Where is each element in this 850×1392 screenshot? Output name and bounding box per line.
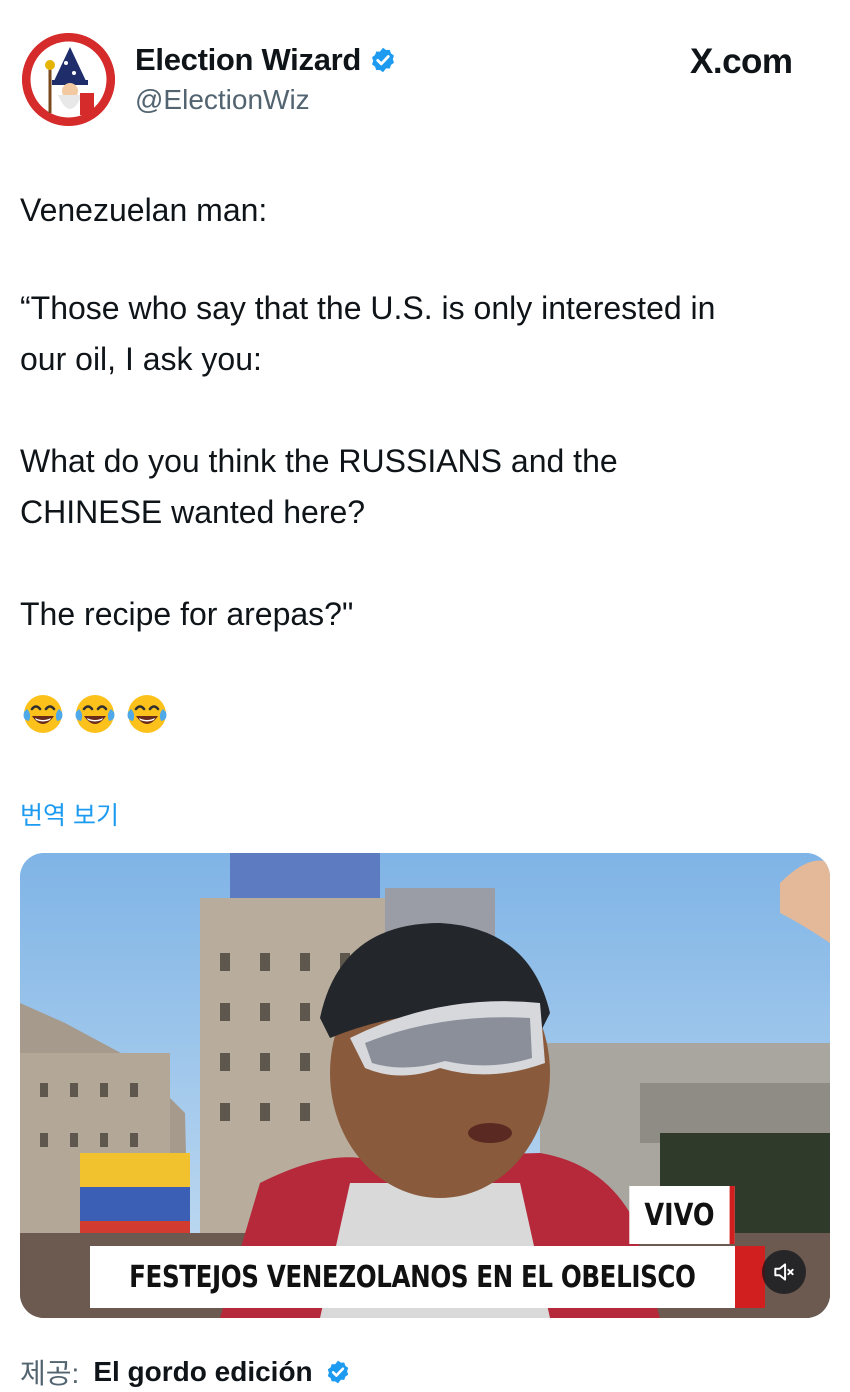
verified-badge-icon (327, 1360, 348, 1384)
tweet-text-line: CHINESE wanted here? (20, 494, 366, 530)
tweet-text-line: our oil, I ask you: (20, 341, 262, 377)
live-badge: VIVO (629, 1186, 735, 1244)
media-credit: 제공: El gordo edición (20, 1352, 351, 1392)
broadcast-headline: FESTEJOS VENEZOLANOS EN EL OBELISCO (90, 1246, 735, 1308)
author-handle[interactable]: @ElectionWiz (135, 84, 310, 116)
mute-button[interactable] (762, 1250, 806, 1294)
tweet-text-line: Venezuelan man: (20, 192, 268, 228)
broadcast-accent-bar (735, 1246, 765, 1308)
author-display-name[interactable]: Election Wizard (135, 42, 361, 78)
author-avatar[interactable] (22, 33, 115, 126)
credit-account-name[interactable]: El gordo edición (93, 1356, 312, 1388)
translate-link[interactable]: 번역 보기 (20, 796, 119, 832)
face-with-tears-of-joy-icon (127, 695, 167, 733)
credit-label: 제공: (20, 1358, 80, 1389)
face-with-tears-of-joy-icon (75, 695, 115, 733)
author-name-row: Election Wizard (135, 42, 397, 78)
emoji-row (20, 690, 170, 736)
speaker-muted-icon (774, 1263, 794, 1281)
face-with-tears-of-joy-icon (23, 695, 63, 733)
source-site-label: X.com (690, 42, 793, 81)
tweet-text-line: “Those who say that the U.S. is only int… (20, 290, 716, 326)
verified-badge-icon (372, 47, 395, 73)
wizard-avatar-icon (22, 33, 115, 126)
video-player[interactable]: VIVO FESTEJOS VENEZOLANOS EN EL OBELISCO (20, 853, 830, 1318)
tweet-text-line: What do you think the RUSSIANS and the (20, 443, 618, 479)
tweet-text-line: The recipe for arepas?" (20, 596, 354, 632)
broadcast-headline-text: FESTEJOS VENEZOLANOS EN EL OBELISCO (129, 1259, 696, 1295)
